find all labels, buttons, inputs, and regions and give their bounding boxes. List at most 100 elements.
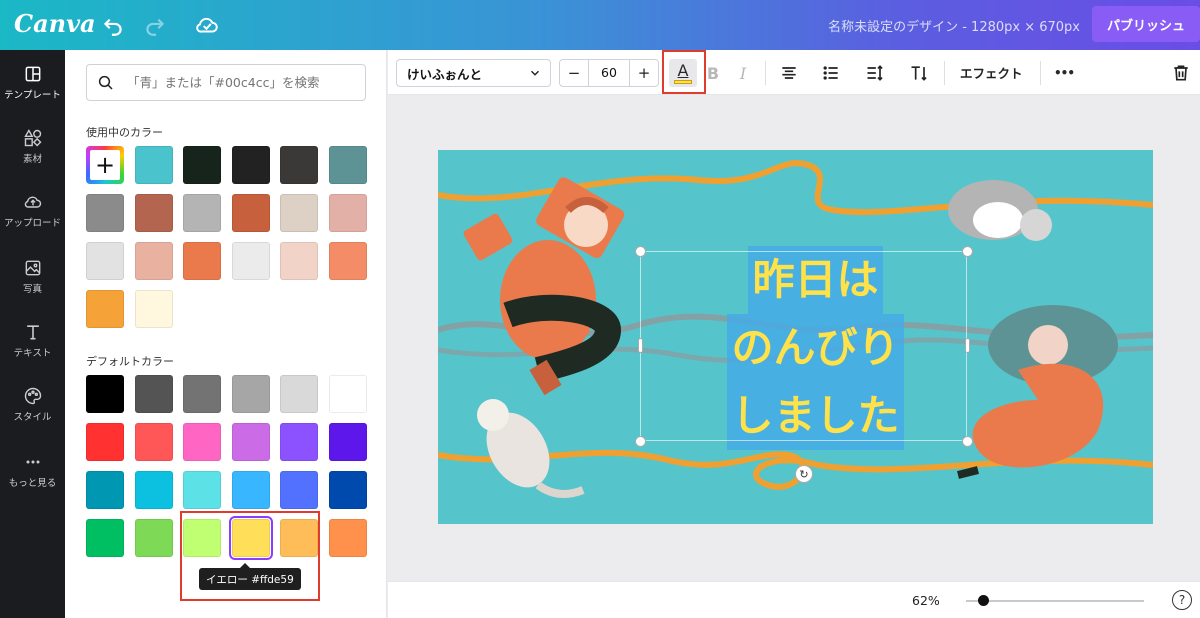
color-swatch[interactable]	[86, 519, 124, 557]
color-panel: 使用中のカラー + デフォルトカラー イエロー #ffde59	[65, 50, 387, 618]
bold-button[interactable]: B	[700, 60, 726, 86]
color-swatch[interactable]	[86, 242, 124, 280]
color-swatch[interactable]	[280, 194, 318, 232]
color-swatch[interactable]	[328, 242, 367, 280]
rail-label: 写真	[22, 284, 42, 295]
effects-button[interactable]: エフェクト	[960, 63, 1023, 82]
rail-item-elements[interactable]: 素材	[0, 128, 65, 188]
color-swatch[interactable]	[134, 375, 173, 413]
color-swatch[interactable]	[231, 423, 270, 461]
color-swatch[interactable]	[183, 194, 221, 232]
plus-icon: +	[90, 150, 120, 180]
zoom-level[interactable]: 62%	[912, 593, 940, 608]
elements-icon	[23, 129, 42, 147]
document-title[interactable]: 名称未設定のデザイン - 1280px × 670px	[828, 16, 1080, 35]
list-icon[interactable]	[818, 60, 844, 86]
side-handle[interactable]	[638, 338, 643, 353]
rail-label: スタイル	[13, 412, 52, 423]
color-swatch[interactable]	[86, 290, 124, 328]
color-swatch[interactable]	[328, 519, 367, 557]
font-size-input[interactable]: 60	[588, 60, 630, 86]
color-swatch[interactable]	[328, 471, 367, 509]
color-swatch[interactable]	[183, 242, 221, 280]
color-swatch[interactable]	[183, 375, 221, 413]
cloud-saved-icon[interactable]	[194, 12, 220, 38]
side-handle[interactable]	[965, 338, 970, 353]
increase-size-button[interactable]: +	[630, 60, 658, 86]
color-swatch[interactable]	[328, 194, 367, 232]
redo-icon[interactable]	[142, 12, 168, 38]
more-options-icon[interactable]: •••	[1051, 60, 1077, 86]
color-search[interactable]	[86, 64, 366, 101]
color-swatch[interactable]	[280, 242, 318, 280]
zoom-slider[interactable]	[966, 600, 1144, 602]
color-swatch[interactable]	[86, 471, 124, 509]
color-swatch[interactable]	[183, 423, 221, 461]
canva-logo[interactable]: Canva	[14, 9, 96, 38]
color-swatch[interactable]	[134, 146, 173, 184]
toolbar-divider	[944, 61, 945, 85]
color-swatch[interactable]	[86, 194, 124, 232]
template-icon	[25, 66, 40, 82]
color-swatch[interactable]	[231, 194, 270, 232]
color-swatch[interactable]	[231, 471, 270, 509]
rail-item-more[interactable]: もっと見る	[0, 452, 65, 512]
color-swatch[interactable]	[280, 375, 318, 413]
resize-handle[interactable]	[635, 246, 646, 257]
color-swatch[interactable]	[328, 423, 367, 461]
color-swatch[interactable]	[280, 146, 318, 184]
color-swatch[interactable]	[86, 375, 124, 413]
color-swatch[interactable]	[134, 471, 173, 509]
used-colors-label: 使用中のカラー	[86, 126, 163, 139]
upload-icon	[24, 196, 41, 208]
rail-item-photos[interactable]: 写真	[0, 258, 65, 318]
highlight-box-swatch	[180, 511, 320, 601]
trash-icon[interactable]	[1168, 60, 1194, 86]
default-colors-label: デフォルトカラー	[86, 355, 174, 368]
zoom-slider-thumb[interactable]	[978, 595, 989, 606]
color-swatch[interactable]	[86, 423, 124, 461]
color-swatch[interactable]	[134, 194, 173, 232]
decrease-size-button[interactable]: −	[560, 60, 588, 86]
color-swatch[interactable]	[231, 146, 270, 184]
rail-item-uploads[interactable]: アップロード	[0, 192, 65, 252]
color-swatch[interactable]	[231, 375, 270, 413]
resize-handle[interactable]	[962, 246, 973, 257]
design-page[interactable]: 昨日は のんびり しました ↻	[438, 150, 1153, 524]
add-color-button[interactable]: +	[86, 146, 124, 184]
color-swatch[interactable]	[328, 146, 367, 184]
rail-label: もっと見る	[8, 478, 57, 489]
color-swatch[interactable]	[231, 242, 270, 280]
text-direction-icon[interactable]	[906, 60, 932, 86]
selection-frame	[640, 251, 967, 441]
italic-button[interactable]: I	[730, 60, 756, 86]
line-spacing-icon[interactable]	[862, 60, 888, 86]
color-swatch[interactable]	[280, 471, 318, 509]
resize-handle[interactable]	[962, 436, 973, 447]
font-name: けいふぉんと	[407, 66, 483, 82]
color-swatch[interactable]	[328, 375, 367, 413]
color-swatch[interactable]	[280, 423, 318, 461]
text-icon	[26, 325, 39, 340]
top-bar: Canva 名称未設定のデザイン - 1280px × 670px パブリッシュ	[0, 0, 1200, 50]
color-swatch[interactable]	[183, 146, 221, 184]
search-input[interactable]	[127, 75, 347, 90]
resize-handle[interactable]	[635, 436, 646, 447]
rotate-icon[interactable]: ↻	[795, 465, 813, 483]
chevron-down-icon	[531, 70, 539, 76]
font-dropdown[interactable]: けいふぉんと	[396, 59, 551, 87]
color-swatch[interactable]	[134, 519, 173, 557]
undo-icon[interactable]	[100, 12, 126, 38]
rail-item-styles[interactable]: スタイル	[0, 386, 65, 446]
color-swatch[interactable]	[134, 242, 173, 280]
rail-item-text[interactable]: テキスト	[0, 322, 65, 382]
font-size-stepper: − 60 +	[559, 59, 659, 87]
color-swatch[interactable]	[134, 423, 173, 461]
help-icon[interactable]: ?	[1172, 590, 1192, 610]
align-center-icon[interactable]	[776, 60, 802, 86]
rail-item-templates[interactable]: テンプレート	[0, 64, 65, 124]
side-rail: テンプレート 素材 アップロード 写真 テキスト スタイル もっと見る	[0, 50, 65, 618]
publish-button[interactable]: パブリッシュ	[1092, 6, 1200, 42]
color-swatch[interactable]	[183, 471, 221, 509]
color-swatch[interactable]	[134, 290, 173, 328]
